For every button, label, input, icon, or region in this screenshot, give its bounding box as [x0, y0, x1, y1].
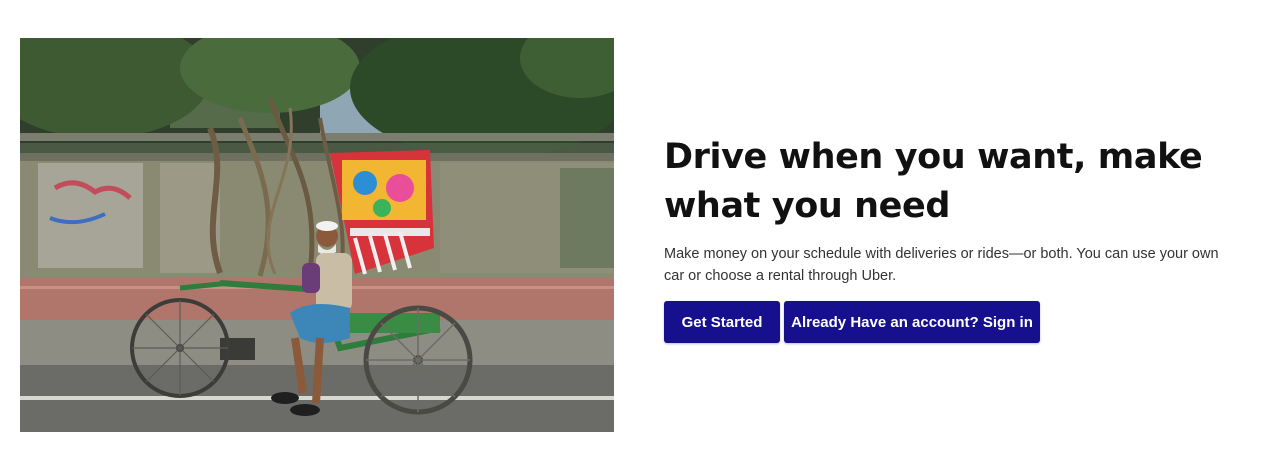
hero-title: Drive when you want, make what you need: [664, 137, 1203, 226]
hero-button-row: Get Started Already Have an account? Sig…: [664, 301, 1254, 343]
hero-subtitle: Make money on your schedule with deliver…: [664, 246, 1219, 284]
get-started-button[interactable]: Get Started: [664, 301, 780, 343]
hero-image: [20, 38, 614, 432]
sign-in-button[interactable]: Already Have an account? Sign in: [784, 301, 1040, 343]
hero-content: Drive when you want, make what you need …: [664, 133, 1254, 343]
